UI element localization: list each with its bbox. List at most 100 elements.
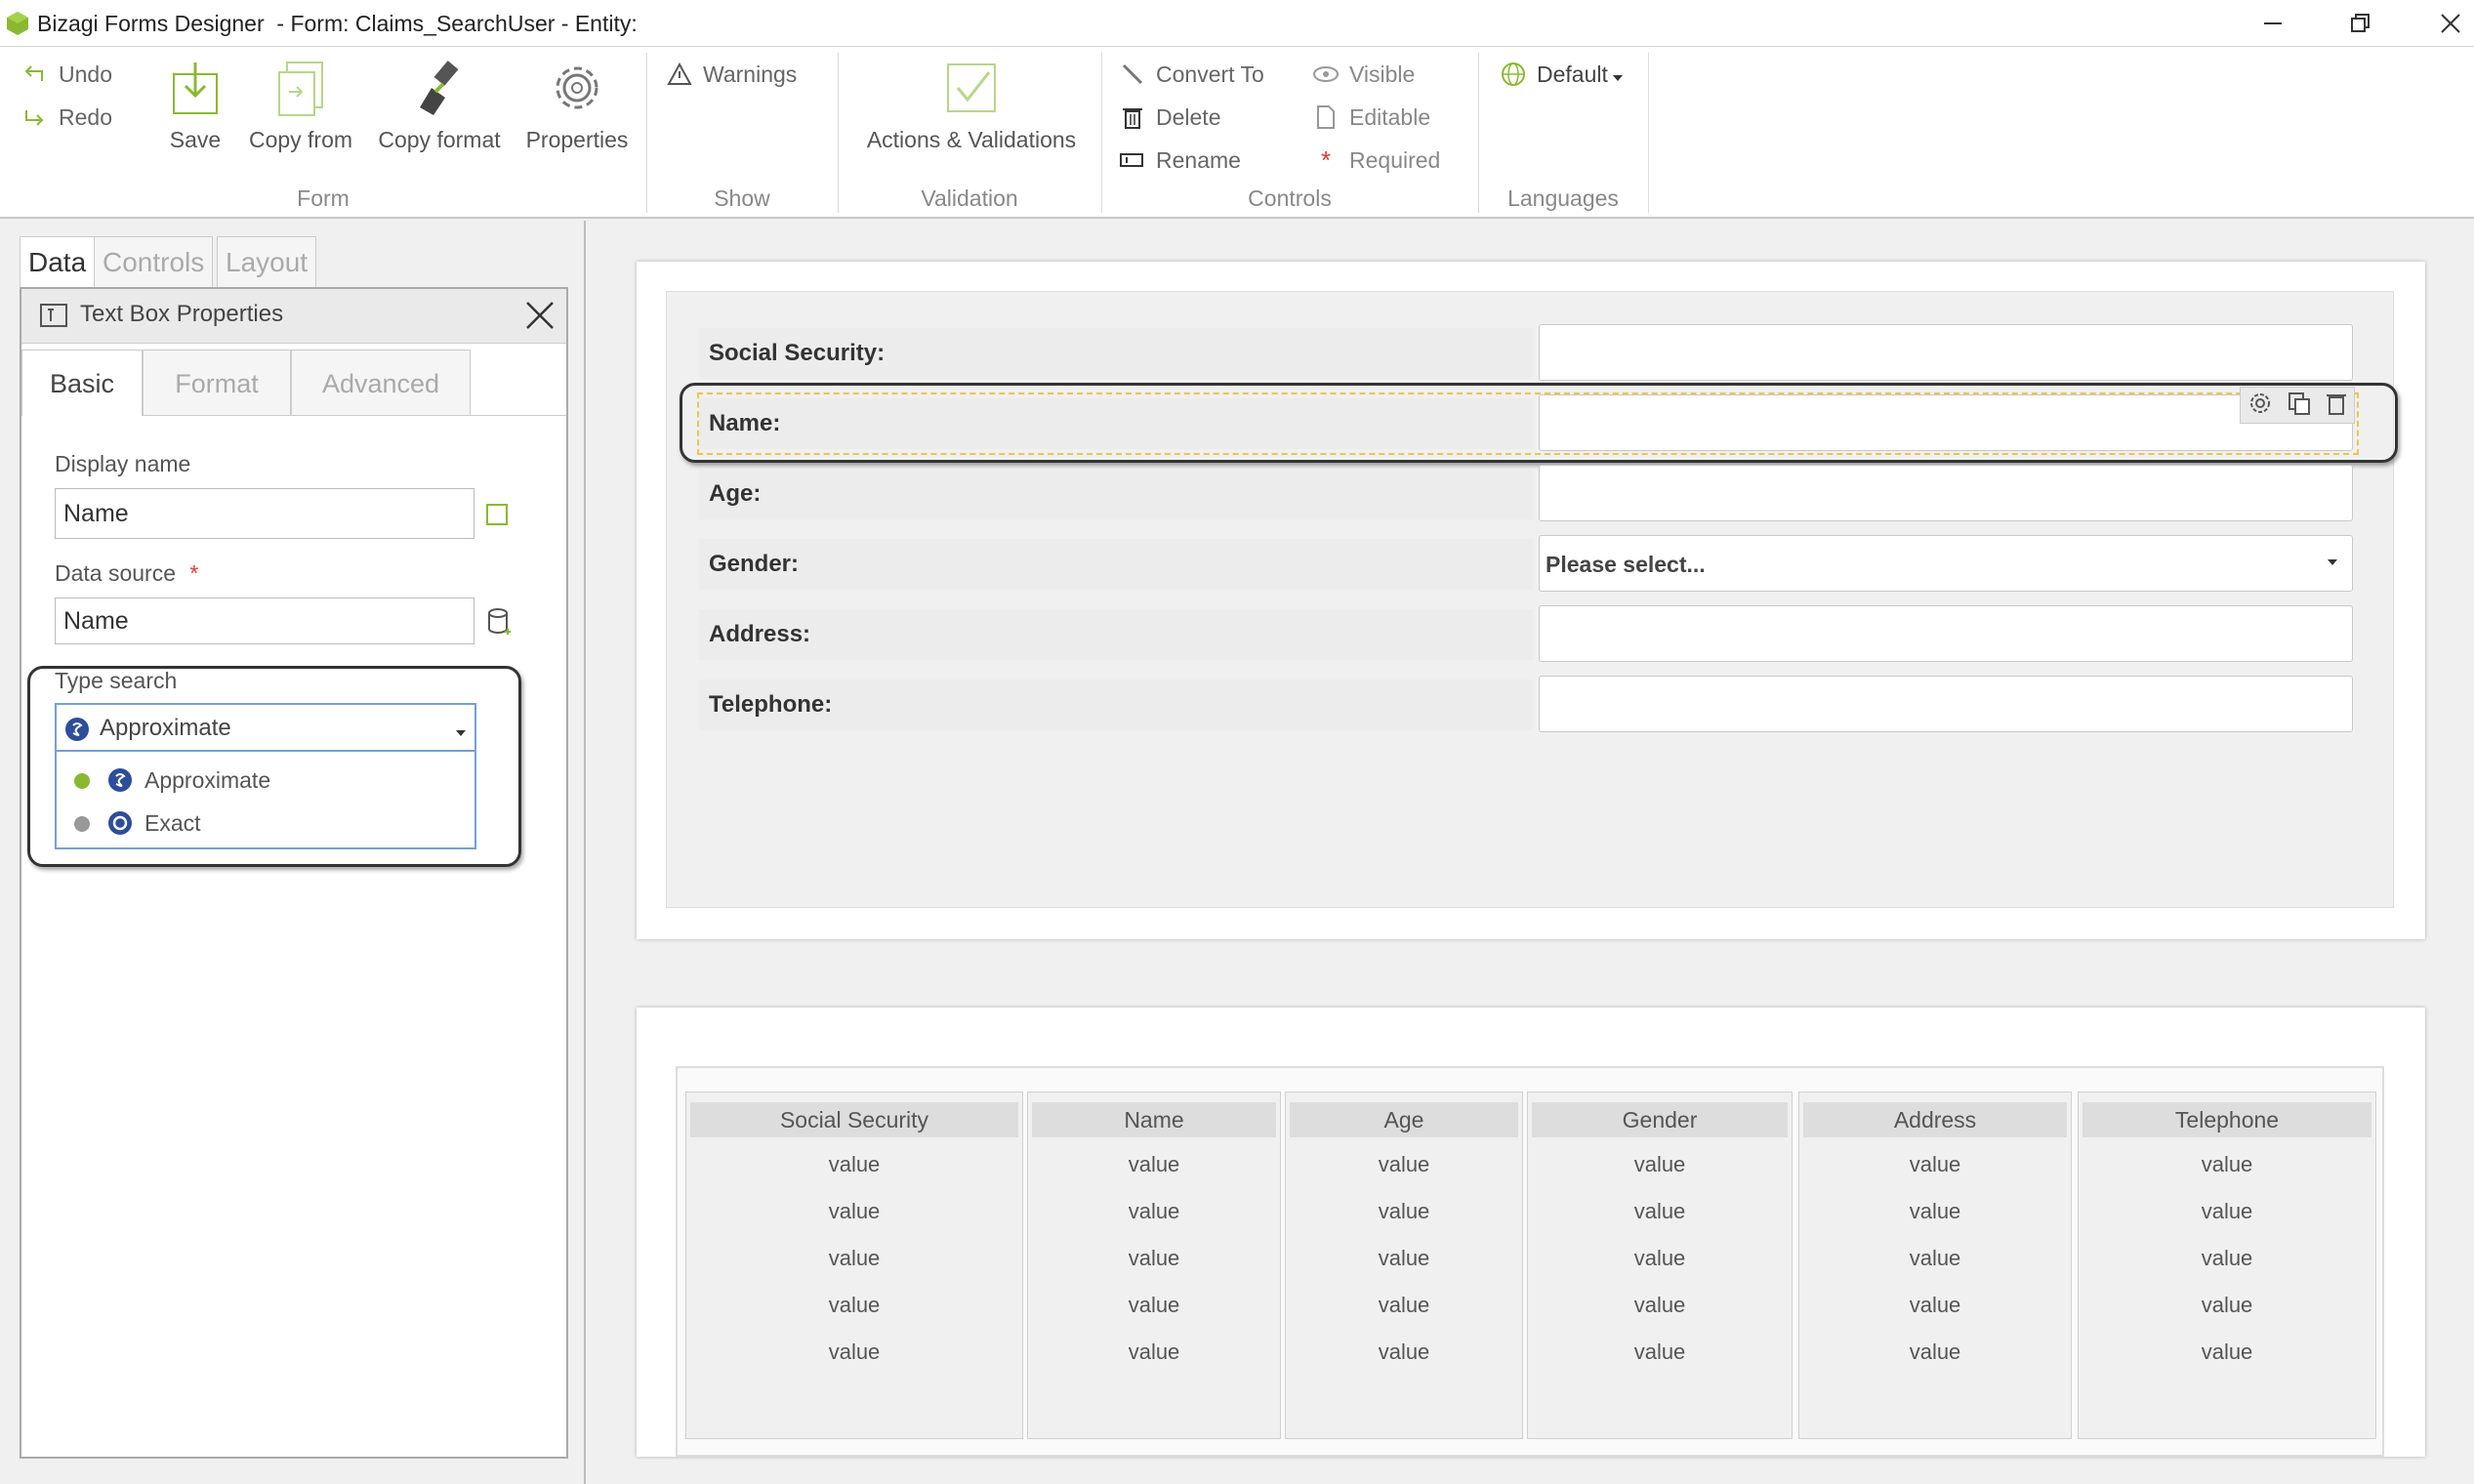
tab-controls[interactable]: Controls (94, 236, 214, 287)
display-name-input[interactable]: Name (55, 488, 474, 539)
paintbrush-icon (408, 57, 471, 119)
visible-toggle[interactable]: Visible (1312, 57, 1415, 92)
social-security-input[interactable] (1539, 324, 2353, 381)
grid-cell: value (1378, 1340, 1430, 1364)
grid-cell: value (828, 1293, 881, 1317)
grid-cell: value (1128, 1293, 1180, 1317)
warnings-button[interactable]: Warnings (666, 57, 797, 92)
rename-icon (1119, 146, 1146, 174)
redo-icon (21, 103, 49, 131)
grid-cell: value (1633, 1293, 1686, 1317)
grid-cell: value (828, 1246, 881, 1270)
grid-cell: value (828, 1340, 881, 1364)
grid-cell: value (1909, 1246, 1961, 1270)
properties-title: Text Box Properties (80, 301, 284, 327)
grid-header: Social Security (690, 1102, 1018, 1137)
undo-button[interactable]: Undo (21, 57, 112, 92)
localize-checkbox[interactable] (486, 504, 508, 525)
save-icon (164, 57, 227, 119)
group-label-show: Show (714, 186, 770, 211)
group-label-validation: Validation (921, 186, 1018, 211)
field-label: Age: (699, 469, 1533, 519)
database-add-icon[interactable] (486, 607, 514, 641)
grid-column-age: Age value value value value value (1285, 1092, 1523, 1439)
properties-button[interactable]: Properties (521, 57, 633, 153)
visible-label: Visible (1349, 61, 1416, 87)
ribbon-toolbar: Undo Redo Save Copy from Copy format Pro… (0, 47, 2474, 219)
grid-cell: value (1128, 1152, 1180, 1176)
save-label: Save (169, 127, 222, 152)
title-bar: Bizagi Forms Designer - Form: Claims_Sea… (0, 0, 2474, 47)
undo-label: Undo (59, 61, 112, 87)
grid-cell: value (1633, 1152, 1686, 1176)
language-label: Default (1537, 61, 1608, 87)
telephone-input[interactable] (1539, 676, 2353, 732)
grid-cell: value (1128, 1340, 1180, 1364)
age-input[interactable] (1539, 465, 2353, 521)
required-toggle[interactable]: * Required (1312, 143, 1440, 178)
convert-to-label: Convert To (1156, 61, 1264, 87)
grid-cell: value (1909, 1293, 1961, 1317)
panel-splitter[interactable] (584, 221, 586, 1484)
copy-format-button[interactable]: Copy format (373, 57, 506, 153)
edit-document-icon (1312, 103, 1340, 131)
copy-from-button[interactable]: Copy from (242, 57, 359, 153)
grid-header: Name (1032, 1102, 1276, 1137)
tab-advanced[interactable]: Advanced (291, 350, 471, 416)
tab-baseline (143, 415, 566, 416)
grid-column-gender: Gender value value value value value (1527, 1092, 1793, 1439)
field-label: Telephone: (699, 680, 1533, 730)
grid-column-address: Address value value value value value (1798, 1092, 2072, 1439)
globe-icon (1500, 61, 1527, 88)
warnings-label: Warnings (703, 61, 798, 87)
tab-layout[interactable]: Layout (217, 236, 317, 287)
grid-cell: value (1378, 1199, 1430, 1223)
tab-format[interactable]: Format (143, 350, 291, 416)
properties-label: Properties (525, 127, 629, 152)
copy-from-icon (269, 57, 332, 119)
chevron-down-icon (2327, 554, 2338, 571)
grid-cell: value (1633, 1340, 1686, 1364)
editable-toggle[interactable]: Editable (1312, 100, 1430, 135)
grid-cell: value (1378, 1152, 1430, 1176)
checkbox-check-icon (940, 57, 1003, 119)
redo-button[interactable]: Redo (21, 100, 112, 135)
chevron-down-icon (1612, 62, 1624, 88)
bizagi-logo-icon (4, 10, 31, 37)
copy-format-label: Copy format (378, 127, 501, 152)
delete-button[interactable]: Delete (1119, 100, 1220, 135)
grid-cell: value (2201, 1199, 2253, 1223)
convert-to-button[interactable]: Convert To (1119, 57, 1264, 92)
name-field-highlight (680, 383, 2398, 463)
grid-cell: value (1378, 1246, 1430, 1270)
grid-cell: value (2201, 1340, 2253, 1364)
language-dropdown[interactable]: Default (1500, 57, 1624, 92)
actions-validations-label: Actions & Validations (866, 127, 1077, 152)
tab-data[interactable]: Data (20, 236, 96, 287)
grid-cell: value (828, 1152, 881, 1176)
grid-column-telephone: Telephone value value value value value (2078, 1092, 2376, 1439)
field-label: Social Security: (699, 328, 1533, 379)
data-source-input[interactable]: Name (55, 598, 474, 644)
grid-header: Age (1290, 1102, 1518, 1137)
gender-placeholder: Please select... (1546, 552, 1706, 577)
trash-icon (1119, 103, 1146, 131)
group-label-form: Form (297, 186, 350, 211)
grid-cell: value (1909, 1340, 1961, 1364)
close-window-button[interactable] (2406, 0, 2474, 47)
gender-select[interactable]: Please select... (1539, 535, 2353, 592)
editable-label: Editable (1349, 103, 1431, 130)
save-button[interactable]: Save (166, 57, 225, 153)
eye-icon (1312, 61, 1340, 88)
close-properties-button[interactable] (523, 299, 557, 337)
tab-basic[interactable]: Basic (21, 350, 143, 416)
minimize-button[interactable] (2228, 0, 2318, 47)
rename-button[interactable]: Rename (1119, 143, 1241, 178)
required-asterisk: * (189, 560, 199, 586)
grid-header: Telephone (2082, 1102, 2371, 1137)
grid-cell: value (1378, 1293, 1430, 1317)
address-input[interactable] (1539, 605, 2353, 662)
actions-validations-button[interactable]: Actions & Validations (857, 57, 1086, 153)
grid-cell: value (2201, 1152, 2253, 1176)
restore-button[interactable] (2316, 0, 2406, 47)
